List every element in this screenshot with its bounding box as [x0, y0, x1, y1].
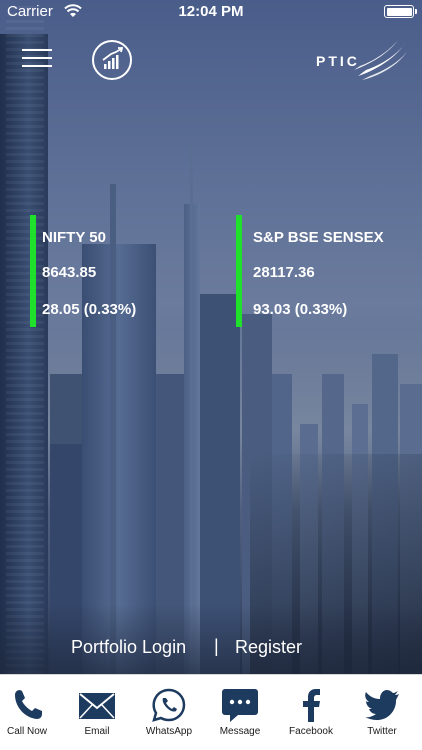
indicator-bar	[30, 215, 36, 327]
auth-links: Portfolio Login | Register	[0, 634, 422, 662]
tab-message[interactable]: Message	[205, 675, 275, 750]
clock-time: 12:04 PM	[178, 3, 244, 20]
tab-label: Email	[84, 726, 110, 737]
index-change: 93.03 (0.33%)	[253, 301, 348, 318]
background-cityscape	[0, 0, 422, 674]
bottom-contact-bar: Call Now Email WhatsApp Message Facebook	[0, 674, 422, 750]
tab-twitter[interactable]: Twitter	[347, 675, 417, 750]
building	[6, 4, 44, 674]
envelope-icon	[79, 693, 115, 719]
index-change: 28.05 (0.33%)	[42, 301, 137, 318]
phone-icon	[15, 690, 42, 719]
message-bubble-icon	[222, 689, 258, 722]
index-name: S&P BSE SENSEX	[253, 229, 384, 246]
hamburger-menu-icon[interactable]	[22, 47, 52, 69]
tab-whatsapp[interactable]: WhatsApp	[134, 675, 204, 750]
index-card-sensex[interactable]: S&P BSE SENSEX 28117.36 93.03 (0.33%)	[236, 215, 412, 327]
tab-label: Twitter	[367, 726, 397, 737]
whatsapp-icon	[152, 688, 186, 722]
twitter-icon	[365, 690, 399, 720]
index-card-nifty[interactable]: NIFTY 50 8643.85 28.05 (0.33%)	[30, 215, 200, 327]
tab-email[interactable]: Email	[62, 675, 132, 750]
register-link[interactable]: Register	[235, 637, 302, 658]
tab-label: Facebook	[289, 726, 333, 737]
portfolio-login-link[interactable]: Portfolio Login	[71, 637, 186, 658]
chart-growth-button[interactable]	[92, 40, 132, 80]
facebook-icon	[303, 689, 320, 722]
chart-growth-icon	[102, 47, 124, 69]
tab-label: Message	[219, 726, 261, 737]
tab-call-now[interactable]: Call Now	[0, 675, 62, 750]
index-value: 8643.85	[42, 264, 97, 281]
indicator-bar	[236, 215, 242, 327]
tab-label: WhatsApp	[145, 726, 193, 737]
logo-text: PTIC	[316, 53, 360, 69]
index-name: NIFTY 50	[42, 229, 106, 246]
link-separator: |	[214, 636, 219, 656]
ptic-logo: PTIC	[314, 36, 410, 84]
tab-facebook[interactable]: Facebook	[276, 675, 346, 750]
index-value: 28117.36	[253, 264, 315, 281]
status-bar: Carrier 12:04 PM	[0, 0, 422, 22]
tab-label: Call Now	[6, 726, 47, 737]
battery-icon	[384, 5, 417, 18]
